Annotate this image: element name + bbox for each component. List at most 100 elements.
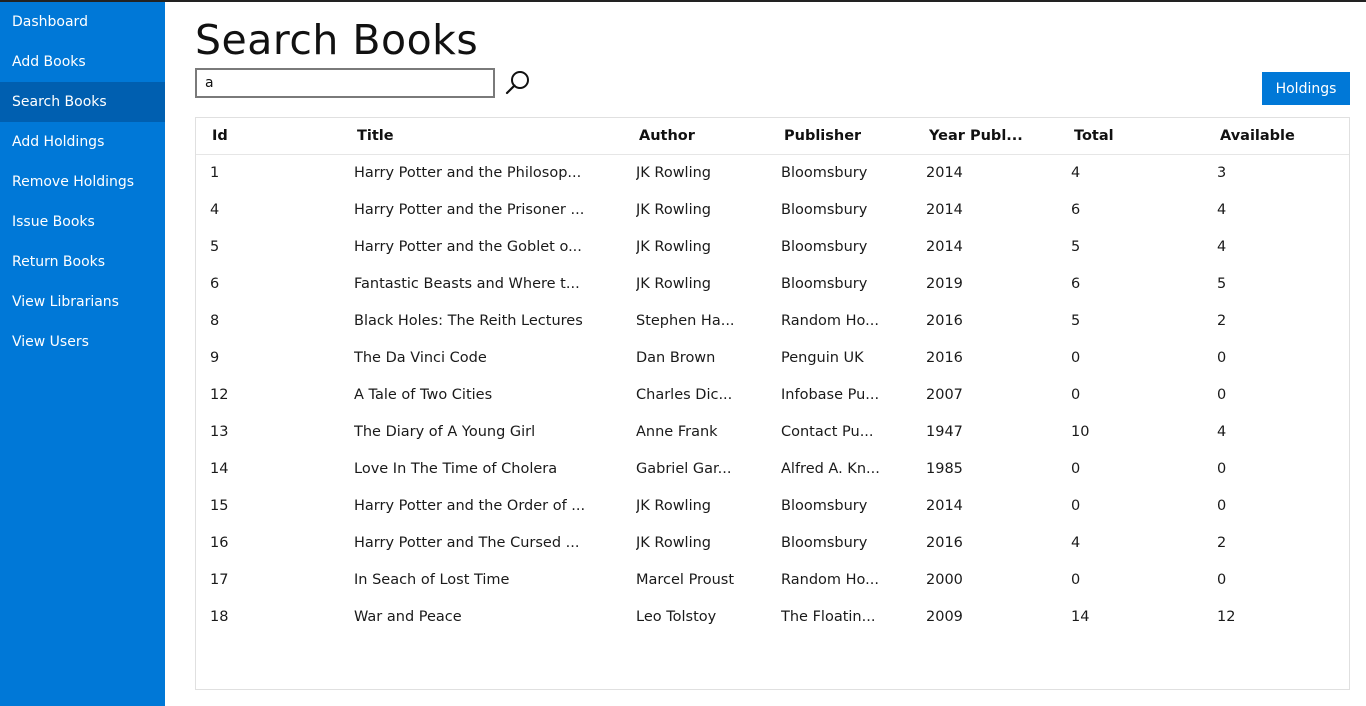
sidebar-item-issue-books[interactable]: Issue Books xyxy=(0,202,165,242)
table-cell: JK Rowling xyxy=(636,535,711,551)
table-row[interactable]: 9 The Da Vinci Code Dan Brown Penguin UK 201… xyxy=(196,340,1349,377)
table-cell: 18 xyxy=(210,609,229,625)
table-cell: Leo Tolstoy xyxy=(636,609,717,625)
table-cell: Penguin UK xyxy=(781,350,864,366)
table-cell: 0 xyxy=(1071,498,1081,514)
table-cell: Infobase Pu... xyxy=(781,387,880,403)
table-row[interactable]: 15 Harry Potter and the Order of ... JK Ro… xyxy=(196,488,1349,525)
column-header[interactable]: Total xyxy=(1074,118,1114,155)
table-cell: Contact Pu... xyxy=(781,424,874,440)
table-cell: 4 xyxy=(1071,535,1081,551)
table-cell: 14 xyxy=(210,461,229,477)
table-cell: A Tale of Two Cities xyxy=(354,387,493,403)
sidebar-item-return-books[interactable]: Return Books xyxy=(0,242,165,282)
table-cell: 12 xyxy=(1217,609,1236,625)
column-header[interactable]: Id xyxy=(212,118,228,155)
table-cell: JK Rowling xyxy=(636,165,711,181)
table-cell: 12 xyxy=(210,387,229,403)
table-cell: In Seach of Lost Time xyxy=(354,572,510,588)
table-cell: The Floatin... xyxy=(781,609,876,625)
table-row[interactable]: 12 A Tale of Two Cities Charles Dic... Info… xyxy=(196,377,1349,414)
table-cell: Black Holes: The Reith Lectures xyxy=(354,313,583,329)
table-cell: Harry Potter and the Goblet o... xyxy=(354,239,582,255)
table-cell: 2009 xyxy=(926,609,963,625)
main-panel: Search Books Holdings Id Title Author Publi… xyxy=(165,2,1366,706)
holdings-button[interactable]: Holdings xyxy=(1262,72,1350,105)
table-row[interactable]: 6 Fantastic Beasts and Where t... JK Rowli… xyxy=(196,266,1349,303)
search-icon xyxy=(505,71,529,95)
table-cell: 0 xyxy=(1217,350,1227,366)
table-cell: 8 xyxy=(210,313,220,329)
table-cell: Bloomsbury xyxy=(781,498,868,514)
table-cell: 5 xyxy=(1217,276,1227,292)
column-header[interactable]: Year Publ... xyxy=(929,118,1023,155)
table-cell: Bloomsbury xyxy=(781,202,868,218)
table-row[interactable]: 4 Harry Potter and the Prisoner ... JK Row… xyxy=(196,192,1349,229)
table-cell: Dan Brown xyxy=(636,350,716,366)
table-row[interactable]: 8 Black Holes: The Reith Lectures Stephen … xyxy=(196,303,1349,340)
sidebar-item-search-books[interactable]: Search Books xyxy=(0,82,165,122)
table-cell: 6 xyxy=(1071,202,1081,218)
table-row[interactable]: 14 Love In The Time of Cholera Gabriel Gar… xyxy=(196,451,1349,488)
table-cell: Random Ho... xyxy=(781,313,879,329)
column-header[interactable]: Author xyxy=(639,118,695,155)
table-cell: JK Rowling xyxy=(636,276,711,292)
table-cell: 0 xyxy=(1217,498,1227,514)
sidebar-item-view-users[interactable]: View Users xyxy=(0,322,165,362)
table-cell: Fantastic Beasts and Where t... xyxy=(354,276,580,292)
table-cell: JK Rowling xyxy=(636,202,711,218)
table-cell: 2014 xyxy=(926,239,963,255)
table-row[interactable]: 5 Harry Potter and the Goblet o... JK Rowl… xyxy=(196,229,1349,266)
table-row[interactable]: 17 In Seach of Lost Time Marcel Proust Rand… xyxy=(196,562,1349,599)
table-cell: 2014 xyxy=(926,202,963,218)
table-cell: 4 xyxy=(1217,202,1227,218)
table-cell: 0 xyxy=(1071,572,1081,588)
table-cell: 1985 xyxy=(926,461,963,477)
table-row[interactable]: 18 War and Peace Leo Tolstoy The Floatin...… xyxy=(196,599,1349,636)
sidebar-item-remove-holdings[interactable]: Remove Holdings xyxy=(0,162,165,202)
table-cell: Random Ho... xyxy=(781,572,879,588)
table-cell: Anne Frank xyxy=(636,424,718,440)
table-cell: Harry Potter and the Prisoner ... xyxy=(354,202,585,218)
table-cell: 5 xyxy=(210,239,220,255)
sidebar-item-add-books[interactable]: Add Books xyxy=(0,42,165,82)
column-header[interactable]: Title xyxy=(357,118,394,155)
table-cell: Love In The Time of Cholera xyxy=(354,461,558,477)
table-cell: Bloomsbury xyxy=(781,239,868,255)
search-button[interactable] xyxy=(501,68,533,98)
table-cell: 5 xyxy=(1071,239,1081,255)
table-row[interactable]: 1 Harry Potter and the Philosop... JK Rowl… xyxy=(196,155,1349,192)
table-cell: 10 xyxy=(1071,424,1090,440)
search-input[interactable] xyxy=(195,68,495,98)
table-cell: 16 xyxy=(210,535,229,551)
table-cell: 6 xyxy=(1071,276,1081,292)
table-cell: Harry Potter and the Order of ... xyxy=(354,498,586,514)
table-cell: 3 xyxy=(1217,165,1227,181)
sidebar: Dashboard Add Books Search Books Add Holdin… xyxy=(0,2,165,706)
table-cell: 17 xyxy=(210,572,229,588)
table-row[interactable]: 16 Harry Potter and The Cursed ... JK Rowl… xyxy=(196,525,1349,562)
table-cell: 9 xyxy=(210,350,220,366)
table-cell: War and Peace xyxy=(354,609,462,625)
column-header[interactable]: Available xyxy=(1220,118,1295,155)
table-cell: 1 xyxy=(210,165,220,181)
table-cell: 2 xyxy=(1217,313,1227,329)
table-cell: Bloomsbury xyxy=(781,535,868,551)
table-body: 1 Harry Potter and the Philosop... JK Rowl… xyxy=(196,155,1349,636)
column-header[interactable]: Publisher xyxy=(784,118,861,155)
sidebar-item-view-librarians[interactable]: View Librarians xyxy=(0,282,165,322)
table-cell: Alfred A. Kn... xyxy=(781,461,880,477)
table-cell: 2000 xyxy=(926,572,963,588)
table-cell: 2007 xyxy=(926,387,963,403)
table-cell: 4 xyxy=(1071,165,1081,181)
sidebar-item-add-holdings[interactable]: Add Holdings xyxy=(0,122,165,162)
table-row[interactable]: 13 The Diary of A Young Girl Anne Frank Con… xyxy=(196,414,1349,451)
table-cell: 2014 xyxy=(926,498,963,514)
table-cell: JK Rowling xyxy=(636,498,711,514)
table-cell: The Da Vinci Code xyxy=(354,350,487,366)
table-cell: Harry Potter and the Philosop... xyxy=(354,165,582,181)
page-title: Search Books xyxy=(195,16,479,64)
sidebar-item-dashboard[interactable]: Dashboard xyxy=(0,2,165,42)
table-cell: 0 xyxy=(1071,461,1081,477)
books-table: Id Title Author Publisher Year Publ... Total A… xyxy=(195,117,1350,690)
